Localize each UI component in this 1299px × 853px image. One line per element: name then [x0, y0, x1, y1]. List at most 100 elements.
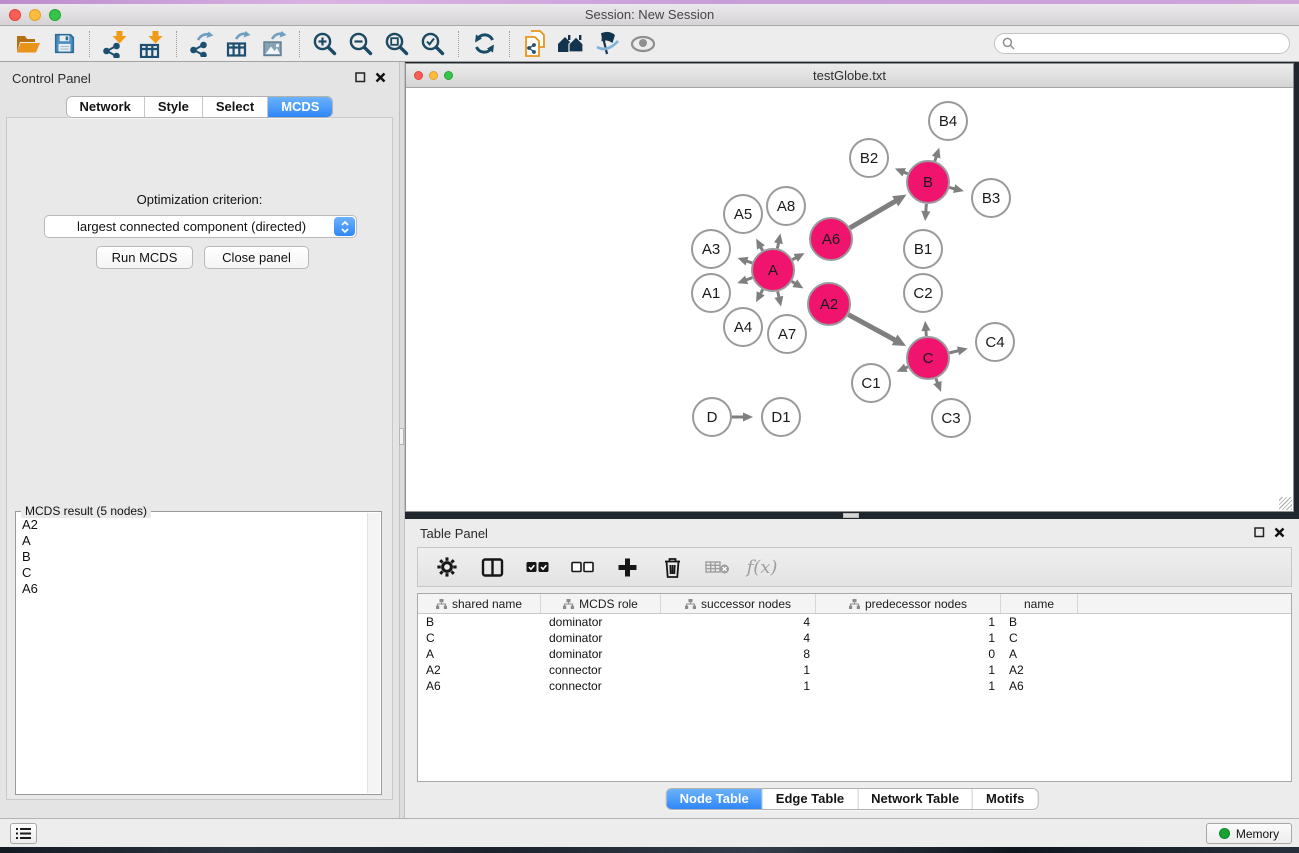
- copy-network-button[interactable]: [517, 28, 553, 60]
- cell-predecessor-nodes[interactable]: 0: [816, 647, 1001, 661]
- import-table-button[interactable]: [133, 28, 169, 60]
- mcds-result-item[interactable]: A: [22, 533, 365, 549]
- graph-node-C1[interactable]: C1: [852, 364, 890, 402]
- table-tab-motifs[interactable]: Motifs: [973, 789, 1037, 809]
- graph-edge-C-C3[interactable]: [933, 379, 941, 392]
- graph-edge-A-A8[interactable]: [774, 233, 783, 248]
- zoom-fit-button[interactable]: [379, 28, 415, 60]
- graph-node-B1[interactable]: B1: [904, 230, 942, 268]
- resize-grip-icon[interactable]: [1279, 497, 1292, 510]
- graph-node-A1[interactable]: A1: [692, 274, 730, 312]
- graph-edge-D-D1[interactable]: [732, 413, 753, 422]
- table-tab-node-table[interactable]: Node Table: [667, 789, 763, 809]
- cell-successor-nodes[interactable]: 4: [661, 631, 816, 645]
- close-window-button[interactable]: [9, 9, 21, 21]
- export-table-button[interactable]: [220, 28, 256, 60]
- cell-mcds-role[interactable]: dominator: [541, 615, 661, 629]
- cell-name[interactable]: B: [1001, 615, 1078, 629]
- graph-edge-A-A4[interactable]: [756, 289, 765, 302]
- graph-edge-C-C2[interactable]: [921, 321, 930, 336]
- cell-successor-nodes[interactable]: 1: [661, 679, 816, 693]
- control-tab-style[interactable]: Style: [145, 97, 203, 117]
- graph-edge-B-B2[interactable]: [895, 168, 908, 176]
- export-image-button[interactable]: [256, 28, 292, 60]
- cell-shared-name[interactable]: A6: [418, 679, 541, 693]
- graph-node-B2[interactable]: B2: [850, 139, 888, 177]
- table-row[interactable]: Adominator80A: [418, 646, 1291, 662]
- show-columns-button[interactable]: [478, 552, 506, 582]
- graph-edge-A-A1[interactable]: [737, 276, 752, 284]
- open-session-button[interactable]: [10, 28, 46, 60]
- cell-shared-name[interactable]: B: [418, 615, 541, 629]
- maximize-window-button[interactable]: [49, 9, 61, 21]
- control-tab-mcds[interactable]: MCDS: [268, 97, 332, 117]
- graph-node-A2[interactable]: A2: [808, 283, 850, 325]
- select-all-button[interactable]: [523, 552, 551, 582]
- cell-shared-name[interactable]: A2: [418, 663, 541, 677]
- cell-successor-nodes[interactable]: 1: [661, 663, 816, 677]
- cell-successor-nodes[interactable]: 4: [661, 615, 816, 629]
- table-row[interactable]: A6connector11A6: [418, 678, 1291, 694]
- graph-edge-B-B3[interactable]: [949, 184, 964, 193]
- show-panels-list-button[interactable]: [10, 823, 37, 844]
- horizontal-divider-handle[interactable]: [843, 513, 859, 518]
- graph-edge-A2-C[interactable]: [848, 315, 906, 346]
- mcds-result-item[interactable]: A2: [22, 517, 365, 533]
- column-header-name[interactable]: name: [1001, 594, 1078, 613]
- control-tab-network[interactable]: Network: [67, 97, 145, 117]
- graph-node-A8[interactable]: A8: [767, 187, 805, 225]
- cell-mcds-role[interactable]: connector: [541, 663, 661, 677]
- table-row[interactable]: Cdominator41C: [418, 630, 1291, 646]
- network-canvas[interactable]: B4B2BB3A8A5A6A3B1AA1C2A2A4A7C4CC1C3DD1: [406, 88, 1293, 511]
- save-session-button[interactable]: [46, 28, 82, 60]
- criterion-select[interactable]: largest connected component (directed): [44, 215, 357, 238]
- float-panel-icon[interactable]: [355, 72, 366, 83]
- cell-name[interactable]: A: [1001, 647, 1078, 661]
- close-table-panel-icon[interactable]: [1274, 527, 1285, 538]
- cell-successor-nodes[interactable]: 8: [661, 647, 816, 661]
- cell-mcds-role[interactable]: dominator: [541, 647, 661, 661]
- column-header-mcds-role[interactable]: MCDS role: [541, 594, 661, 613]
- minimize-network-button[interactable]: [429, 71, 438, 80]
- close-panel-icon[interactable]: [375, 72, 386, 83]
- mcds-result-item[interactable]: A6: [22, 581, 365, 597]
- close-network-button[interactable]: [414, 71, 423, 80]
- graph-node-A6[interactable]: A6: [810, 218, 852, 260]
- graph-edge-A6-B[interactable]: [850, 195, 906, 228]
- maximize-network-button[interactable]: [444, 71, 453, 80]
- graph-node-A4[interactable]: A4: [724, 308, 762, 346]
- graph-node-A5[interactable]: A5: [724, 195, 762, 233]
- zoom-out-button[interactable]: [343, 28, 379, 60]
- search-input[interactable]: [1020, 35, 1289, 52]
- graph-edge-A-A2[interactable]: [792, 279, 804, 288]
- zoom-selected-button[interactable]: [415, 28, 451, 60]
- mcds-result-item[interactable]: C: [22, 565, 365, 581]
- graph-node-A3[interactable]: A3: [692, 230, 730, 268]
- graph-node-A[interactable]: A: [752, 249, 794, 291]
- close-panel-button[interactable]: Close panel: [204, 246, 309, 269]
- graph-node-C4[interactable]: C4: [976, 323, 1014, 361]
- result-list-scrollbar[interactable]: [367, 513, 380, 793]
- cell-shared-name[interactable]: C: [418, 631, 541, 645]
- hide-graphics-details-button[interactable]: [589, 28, 625, 60]
- column-header-predecessor-nodes[interactable]: predecessor nodes: [816, 594, 1001, 613]
- show-all-networks-button[interactable]: [553, 28, 589, 60]
- minimize-window-button[interactable]: [29, 9, 41, 21]
- cell-predecessor-nodes[interactable]: 1: [816, 615, 1001, 629]
- column-header-shared-name[interactable]: shared name: [418, 594, 541, 613]
- graph-node-B4[interactable]: B4: [929, 102, 967, 140]
- graph-edge-A-A3[interactable]: [738, 257, 753, 266]
- apply-layout-button[interactable]: [466, 28, 502, 60]
- graph-edge-A-A7[interactable]: [774, 291, 783, 306]
- graph-edge-A-A5[interactable]: [756, 239, 765, 251]
- table-tab-edge-table[interactable]: Edge Table: [763, 789, 858, 809]
- table-row[interactable]: A2connector11A2: [418, 662, 1291, 678]
- search-field[interactable]: [994, 33, 1290, 54]
- divider-handle[interactable]: [399, 428, 404, 445]
- cell-mcds-role[interactable]: dominator: [541, 631, 661, 645]
- table-row[interactable]: Bdominator41B: [418, 614, 1291, 630]
- export-network-button[interactable]: [184, 28, 220, 60]
- memory-button[interactable]: Memory: [1206, 823, 1292, 844]
- zoom-in-button[interactable]: [307, 28, 343, 60]
- control-tab-select[interactable]: Select: [203, 97, 268, 117]
